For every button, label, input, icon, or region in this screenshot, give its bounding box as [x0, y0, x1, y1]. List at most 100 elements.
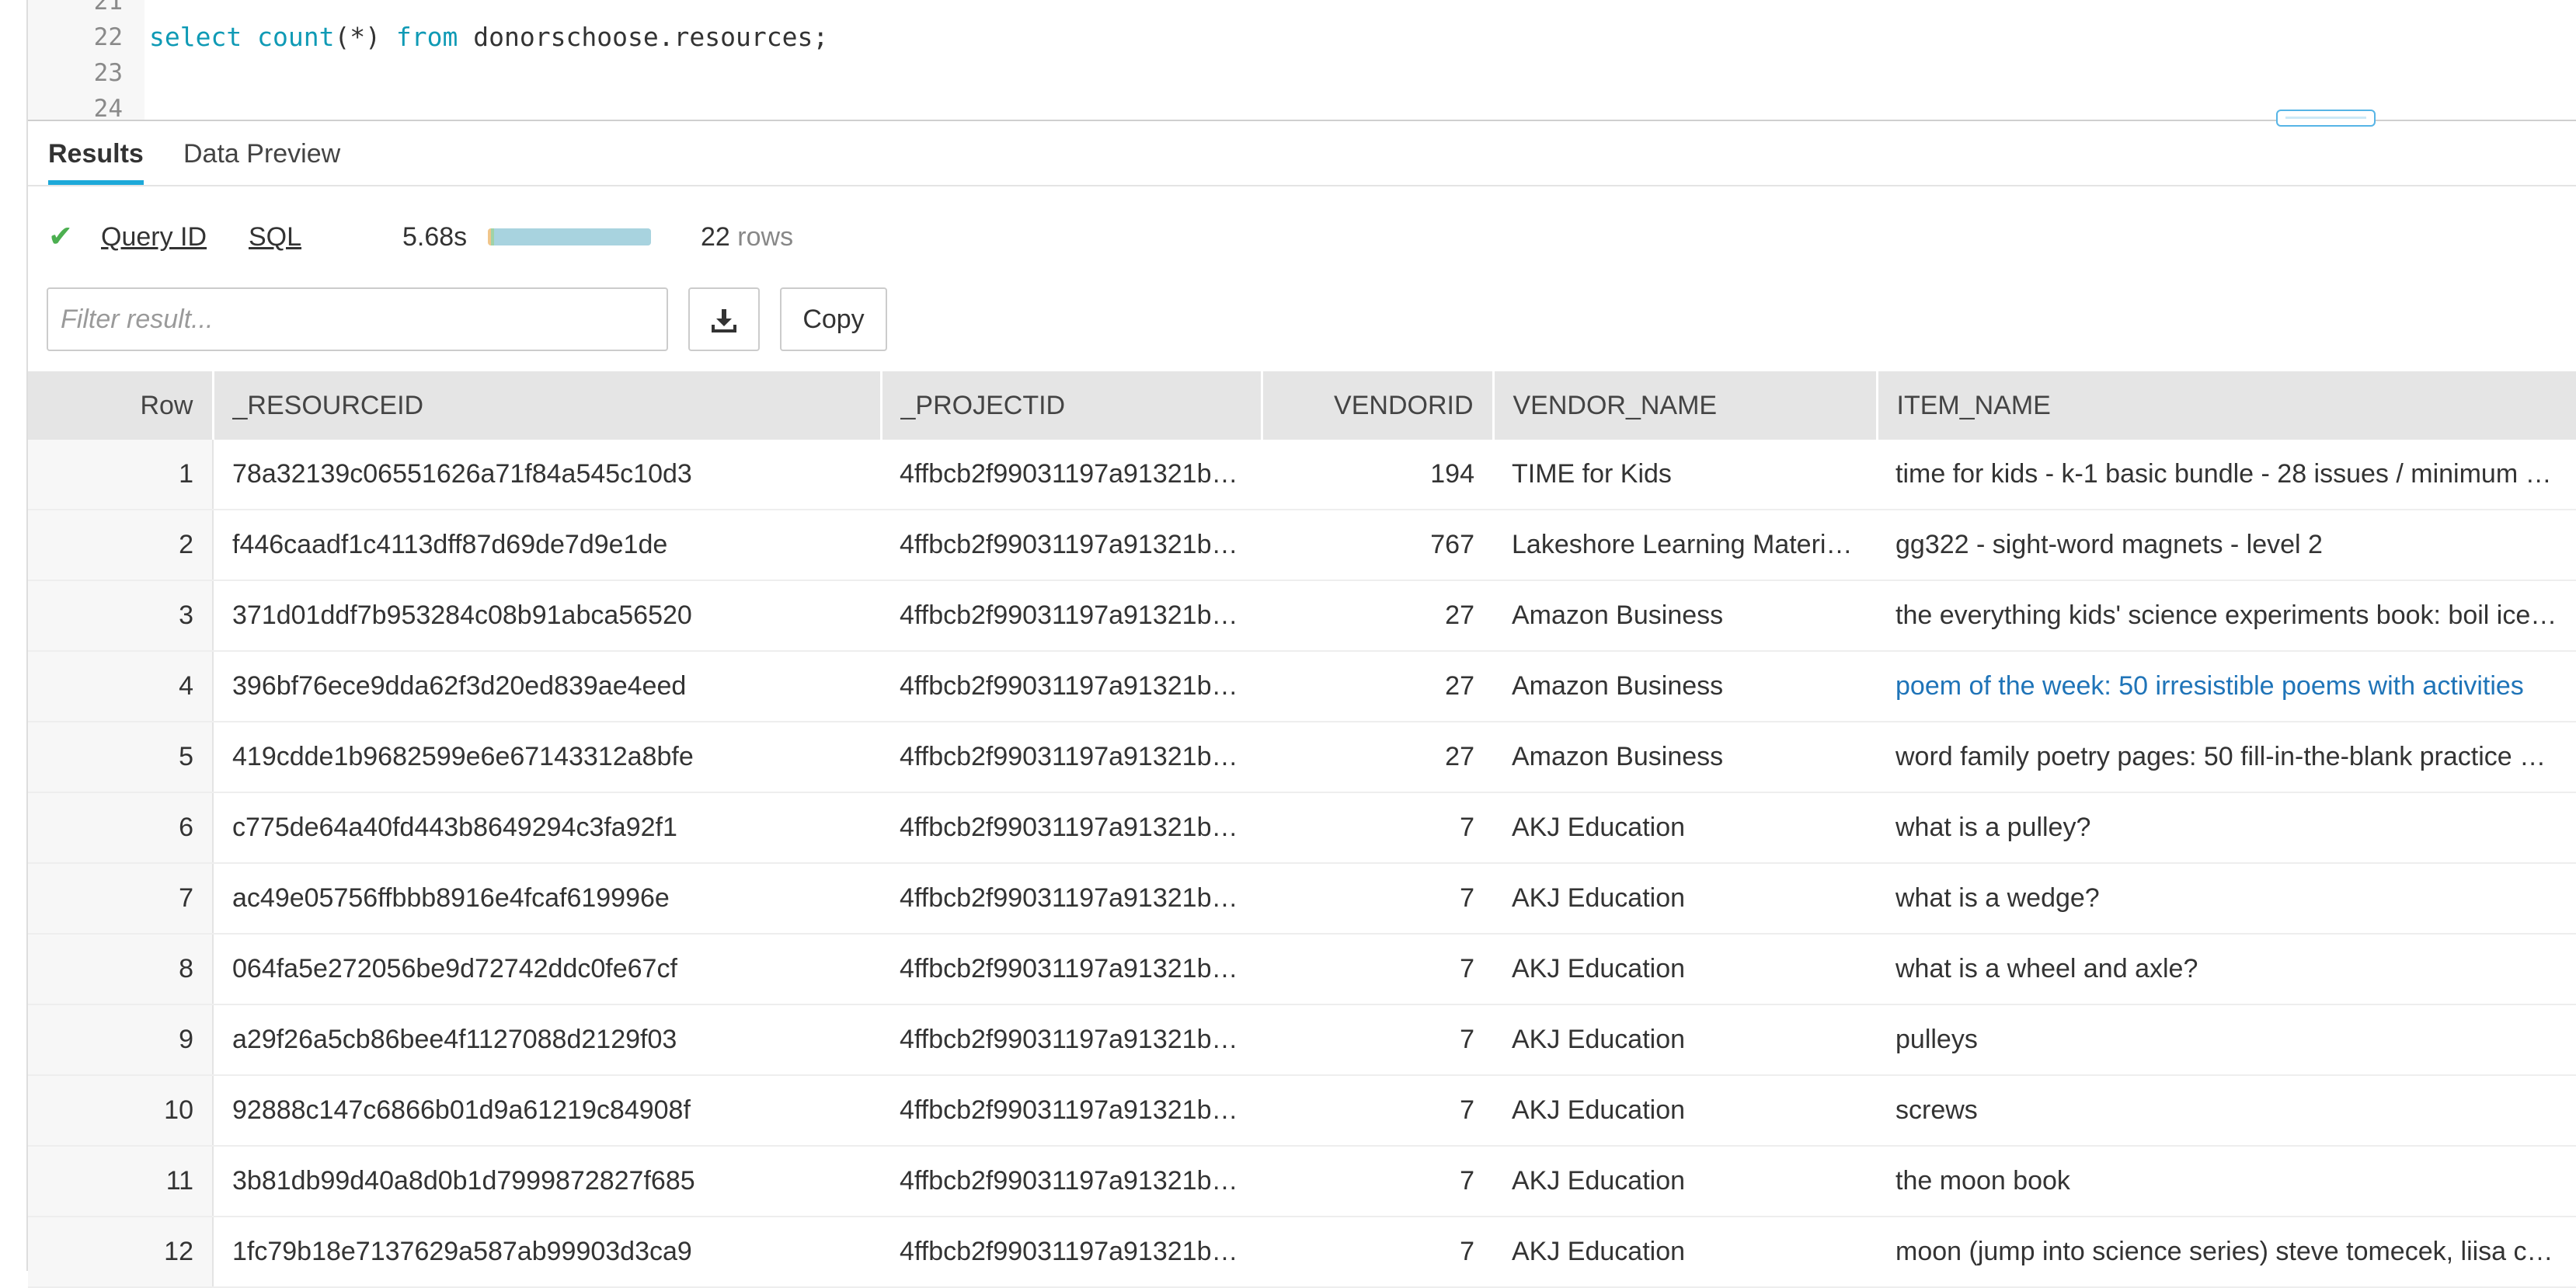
vendorid-cell[interactable]: 27: [1262, 722, 1493, 793]
table-row[interactable]: 5 419cdde1b9682599e6e67143312a8bfe 4ffbcb2…: [28, 722, 2576, 793]
resourceid-cell[interactable]: a29f26a5cb86bee4f1127088d2129f03: [213, 1004, 881, 1076]
item-name-cell[interactable]: pulleys: [1877, 1004, 2576, 1076]
resourceid-cell[interactable]: f446caadf1c4113dff87d69de7d9e1de: [213, 510, 881, 581]
row-number-cell[interactable]: 8: [28, 934, 214, 1005]
item-name-cell[interactable]: moon (jump into science series) steve to…: [1877, 1217, 2576, 1288]
tab-data-preview[interactable]: Data Preview: [183, 121, 340, 185]
resourceid-cell[interactable]: c775de64a40fd443b8649294c3fa92f1: [213, 792, 881, 864]
resourceid-cell[interactable]: 396bf76ece9dda62f3d20ed839ae4eed: [213, 651, 881, 722]
resourceid-cell[interactable]: 1fc79b18e7137629a587ab99903d3ca9: [213, 1217, 881, 1288]
item-name-cell[interactable]: gg322 - sight-word magnets - level 2: [1877, 510, 2576, 581]
row-number-cell[interactable]: 10: [28, 1075, 214, 1147]
projectid-cell[interactable]: 4ffbcb2f99031197a91321bd3d2b5a6c: [881, 580, 1262, 652]
query-id-link[interactable]: Query ID: [101, 210, 207, 264]
vendor-name-cell[interactable]: Amazon Business: [1493, 580, 1877, 652]
column-header-vendor-name[interactable]: VENDOR_NAME: [1493, 371, 1878, 440]
resourceid-cell[interactable]: ac49e05756ffbbb8916e4fcaf619996e: [213, 863, 881, 935]
vendorid-cell[interactable]: 7: [1262, 1146, 1493, 1217]
item-name-cell[interactable]: what is a wedge?: [1877, 863, 2576, 935]
projectid-cell[interactable]: 4ffbcb2f99031197a91321bd3d2b5a6c: [881, 863, 1262, 935]
vendorid-cell[interactable]: 7: [1262, 1004, 1493, 1076]
filter-result-input[interactable]: [47, 287, 668, 351]
tab-results[interactable]: Results: [48, 121, 144, 185]
projectid-cell[interactable]: 4ffbcb2f99031197a91321bd3d2b5a6c: [881, 1075, 1262, 1147]
table-row[interactable]: 2 f446caadf1c4113dff87d69de7d9e1de 4ffbcb2…: [28, 510, 2576, 581]
table-row[interactable]: 11 3b81db99d40a8d0b1d7999872827f685 4ffbcb…: [28, 1146, 2576, 1217]
row-number-cell[interactable]: 4: [28, 651, 214, 722]
projectid-cell[interactable]: 4ffbcb2f99031197a91321bd3d2b5a6c: [881, 934, 1262, 1005]
vendor-name-cell[interactable]: Amazon Business: [1493, 651, 1877, 722]
vendor-name-cell[interactable]: AKJ Education: [1493, 863, 1877, 935]
code-line[interactable]: 23: [28, 55, 2576, 91]
projectid-cell[interactable]: 4ffbcb2f99031197a91321bd3d2b5a6c: [881, 792, 1262, 864]
projectid-cell[interactable]: 4ffbcb2f99031197a91321bd3d2b5a6c: [881, 510, 1262, 581]
table-row[interactable]: 9 a29f26a5cb86bee4f1127088d2129f03 4ffbcb2…: [28, 1004, 2576, 1076]
table-row[interactable]: 7 ac49e05756ffbbb8916e4fcaf619996e 4ffbcb2…: [28, 863, 2576, 935]
row-number-cell[interactable]: 12: [28, 1217, 214, 1288]
item-name-cell[interactable]: what is a pulley?: [1877, 792, 2576, 864]
item-name-cell[interactable]: time for kids - k-1 basic bundle - 28 is…: [1877, 440, 2576, 510]
item-name-cell[interactable]: word family poetry pages: 50 fill-in-the…: [1877, 722, 2576, 793]
vendorid-cell[interactable]: 27: [1262, 580, 1493, 652]
code-line[interactable]: 22 select count(*) from donorschoose.reso…: [28, 19, 2576, 55]
row-number-cell[interactable]: 6: [28, 792, 214, 864]
vendorid-cell[interactable]: 767: [1262, 510, 1493, 581]
vendorid-cell[interactable]: 27: [1262, 651, 1493, 722]
resourceid-cell[interactable]: 371d01ddf7b953284c08b91abca56520: [213, 580, 881, 652]
item-name-cell[interactable]: the moon book: [1877, 1146, 2576, 1217]
projectid-cell[interactable]: 4ffbcb2f99031197a91321bd3d2b5a6c: [881, 1004, 1262, 1076]
resourceid-cell[interactable]: 92888c147c6866b01d9a61219c84908f: [213, 1075, 881, 1147]
table-row[interactable]: 4 396bf76ece9dda62f3d20ed839ae4eed 4ffbcb2…: [28, 651, 2576, 722]
sql-link[interactable]: SQL: [249, 210, 301, 264]
sql-editor[interactable]: 21 22 select count(*) from donorschoose.re…: [28, 0, 2576, 121]
column-header-row[interactable]: Row: [28, 371, 214, 440]
vendorid-cell[interactable]: 7: [1262, 863, 1493, 935]
resourceid-cell[interactable]: 3b81db99d40a8d0b1d7999872827f685: [213, 1146, 881, 1217]
resourceid-cell[interactable]: 78a32139c06551626a71f84a545c10d3: [213, 440, 881, 510]
resourceid-cell[interactable]: 064fa5e272056be9d72742ddc0fe67cf: [213, 934, 881, 1005]
column-header-projectid[interactable]: _PROJECTID: [881, 371, 1263, 440]
vendorid-cell[interactable]: 7: [1262, 792, 1493, 864]
item-name-cell[interactable]: what is a wheel and axle?: [1877, 934, 2576, 1005]
vendor-name-cell[interactable]: AKJ Education: [1493, 1217, 1877, 1288]
vendor-name-cell[interactable]: Amazon Business: [1493, 722, 1877, 793]
column-header-item-name[interactable]: ITEM_NAME: [1877, 371, 2576, 440]
table-row[interactable]: 12 1fc79b18e7137629a587ab99903d3ca9 4ffbcb…: [28, 1217, 2576, 1288]
code-line[interactable]: 24: [28, 91, 2576, 121]
resourceid-cell[interactable]: 419cdde1b9682599e6e67143312a8bfe: [213, 722, 881, 793]
vendor-name-cell[interactable]: AKJ Education: [1493, 1004, 1877, 1076]
vendorid-cell[interactable]: 194: [1262, 440, 1493, 510]
row-number-cell[interactable]: 9: [28, 1004, 214, 1076]
vendorid-cell[interactable]: 7: [1262, 934, 1493, 1005]
row-number-cell[interactable]: 5: [28, 722, 214, 793]
projectid-cell[interactable]: 4ffbcb2f99031197a91321bd3d2b5a6c: [881, 1146, 1262, 1217]
download-button[interactable]: [688, 287, 760, 351]
vendor-name-cell[interactable]: AKJ Education: [1493, 1146, 1877, 1217]
table-row[interactable]: 1 78a32139c06551626a71f84a545c10d3 4ffbcb2…: [28, 440, 2576, 510]
table-row[interactable]: 8 064fa5e272056be9d72742ddc0fe67cf 4ffbcb2…: [28, 934, 2576, 1005]
vendor-name-cell[interactable]: Lakeshore Learning Materials: [1493, 510, 1877, 581]
table-row[interactable]: 10 92888c147c6866b01d9a61219c84908f 4ffbcb…: [28, 1075, 2576, 1147]
item-name-cell[interactable]: screws: [1877, 1075, 2576, 1147]
vendorid-cell[interactable]: 7: [1262, 1075, 1493, 1147]
column-header-resourceid[interactable]: _RESOURCEID: [213, 371, 882, 440]
row-number-cell[interactable]: 11: [28, 1146, 214, 1217]
vendor-name-cell[interactable]: AKJ Education: [1493, 1075, 1877, 1147]
vendor-name-cell[interactable]: AKJ Education: [1493, 792, 1877, 864]
projectid-cell[interactable]: 4ffbcb2f99031197a91321bd3d2b5a6c: [881, 440, 1262, 510]
row-number-cell[interactable]: 1: [28, 440, 214, 510]
table-row[interactable]: 6 c775de64a40fd443b8649294c3fa92f1 4ffbcb2…: [28, 792, 2576, 864]
projectid-cell[interactable]: 4ffbcb2f99031197a91321bd3d2b5a6c: [881, 1217, 1262, 1288]
code-line[interactable]: 21: [28, 0, 2576, 19]
vendorid-cell[interactable]: 7: [1262, 1217, 1493, 1288]
item-name-cell[interactable]: poem of the week: 50 irresistible poems …: [1877, 651, 2576, 722]
item-name-cell[interactable]: the everything kids' science experiments…: [1877, 580, 2576, 652]
projectid-cell[interactable]: 4ffbcb2f99031197a91321bd3d2b5a6c: [881, 651, 1262, 722]
vendor-name-cell[interactable]: AKJ Education: [1493, 934, 1877, 1005]
copy-button[interactable]: Copy: [780, 287, 887, 351]
column-header-vendorid[interactable]: VENDORID: [1262, 371, 1495, 440]
table-row[interactable]: 3 371d01ddf7b953284c08b91abca56520 4ffbcb2…: [28, 580, 2576, 652]
row-number-cell[interactable]: 3: [28, 580, 214, 652]
row-number-cell[interactable]: 2: [28, 510, 214, 581]
row-number-cell[interactable]: 7: [28, 863, 214, 935]
